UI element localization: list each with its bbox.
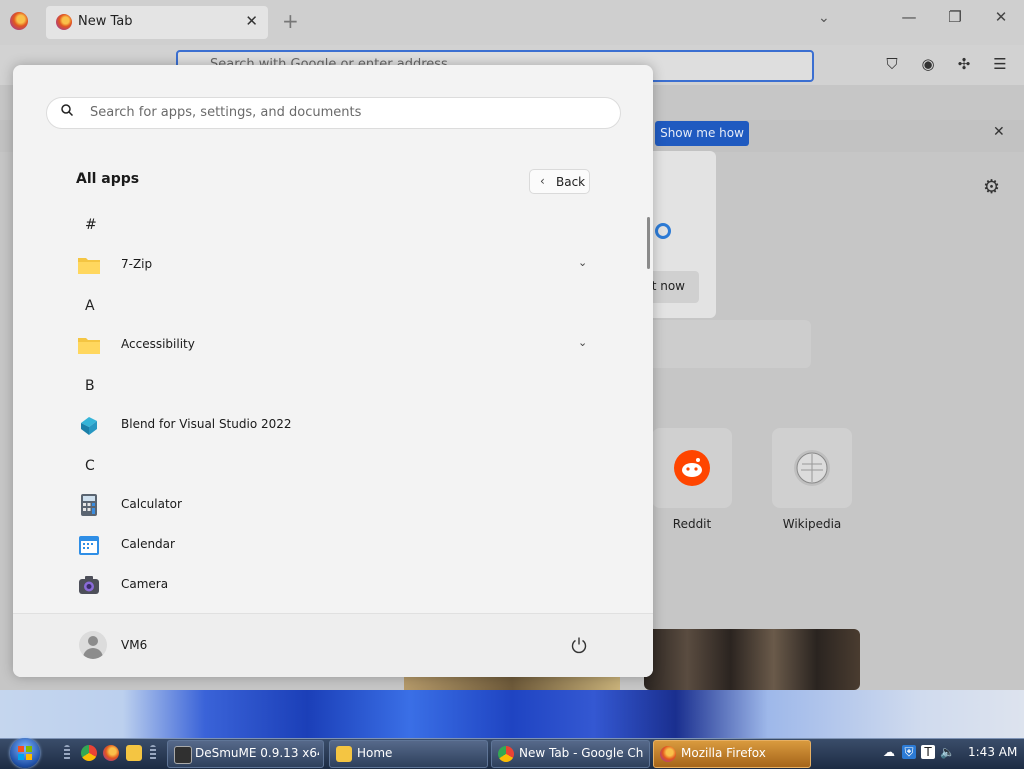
taskbar-item-label: Mozilla Firefox <box>681 746 766 760</box>
volume-icon[interactable]: 🔈 <box>940 745 955 759</box>
app-name: 7-Zip <box>121 257 153 271</box>
section-letter[interactable]: B <box>85 378 95 394</box>
app-menu-icon[interactable]: ☰ <box>989 55 1011 73</box>
back-button[interactable]: ‹ Back <box>529 169 590 194</box>
tab-title: New Tab <box>78 14 133 29</box>
section-letter[interactable]: C <box>85 458 95 474</box>
folder-icon <box>78 258 100 274</box>
clock[interactable]: 1:43 AM <box>968 745 1017 759</box>
blend-icon <box>81 417 97 435</box>
chevron-down-icon[interactable]: ⌄ <box>578 336 587 349</box>
app-name: Camera <box>121 577 169 591</box>
chevron-down-icon[interactable]: ⌄ <box>578 256 587 269</box>
taskbar-item-label: New Tab - Google Ch... <box>519 746 643 760</box>
firefox-icon[interactable] <box>103 745 119 761</box>
taskbar-item-chrome[interactable]: New Tab - Google Ch... <box>491 740 650 768</box>
taskbar-gripper[interactable] <box>64 745 70 761</box>
notification-close-icon[interactable]: ✕ <box>993 124 1005 140</box>
app-item-calendar[interactable]: Calendar <box>73 527 595 563</box>
extensions-icon[interactable]: ✣ <box>953 55 975 73</box>
window-close-icon[interactable]: ✕ <box>986 8 1016 26</box>
chrome-icon <box>498 746 514 762</box>
start-search-placeholder: Search for apps, settings, and documents <box>90 105 362 120</box>
onedrive-icon[interactable]: ☁ <box>882 745 896 759</box>
start-footer <box>13 613 653 677</box>
account-icon[interactable]: ◉ <box>917 55 939 73</box>
app-name: Blend for Visual Studio 2022 <box>121 417 292 431</box>
new-tab-button[interactable]: + <box>282 9 299 33</box>
app-name: Calendar <box>121 537 175 551</box>
app-item-accessibility[interactable]: Accessibility ⌄ <box>73 327 595 363</box>
camera-icon <box>79 576 99 594</box>
user-icon-body <box>83 648 103 659</box>
taskbar-item-label: DeSmuME 0.9.13 x64... <box>195 746 319 760</box>
taskbar-gripper[interactable] <box>150 745 156 761</box>
show-me-how-button[interactable]: Show me how <box>655 121 749 146</box>
app-item-blend[interactable]: Blend for Visual Studio 2022 <box>73 407 595 443</box>
minimize-icon[interactable]: — <box>894 8 924 26</box>
popup-action-label: t now <box>651 279 685 293</box>
folder-icon <box>78 338 100 354</box>
app-name: Accessibility <box>121 337 195 351</box>
tab-close-icon[interactable]: ✕ <box>245 12 258 30</box>
calculator-icon <box>81 494 97 516</box>
taskbar-item-firefox[interactable]: Mozilla Firefox <box>653 740 811 768</box>
background-photo-2 <box>404 675 620 690</box>
app-name: Calculator <box>121 497 182 511</box>
app-item-camera[interactable]: Camera <box>73 567 595 603</box>
all-apps-heading: All apps <box>76 171 140 187</box>
restore-icon[interactable]: ❐ <box>940 8 970 26</box>
desktop-wallpaper <box>0 690 1024 738</box>
gear-icon[interactable]: ⚙ <box>983 176 1000 198</box>
browser-tab[interactable]: New Tab ✕ <box>46 6 268 39</box>
start-button[interactable] <box>10 738 40 768</box>
start-menu: Search for apps, settings, and documents… <box>13 65 653 677</box>
wikipedia-icon <box>794 450 830 486</box>
firefox-tab-icon <box>56 14 72 30</box>
avatar[interactable] <box>79 631 107 659</box>
power-icon[interactable] <box>570 636 588 654</box>
section-letter[interactable]: # <box>85 217 97 233</box>
user-name[interactable]: VM6 <box>121 638 147 652</box>
search-icon <box>61 104 73 116</box>
shortcut-tile-reddit[interactable] <box>652 428 732 508</box>
taskbar-item-label: Home <box>357 746 393 760</box>
pocket-icon[interactable]: ⛉ <box>881 55 903 73</box>
shortcut-label-reddit: Reddit <box>672 517 712 531</box>
start-search-input[interactable]: Search for apps, settings, and documents <box>46 97 621 129</box>
firefox-menu-icon[interactable] <box>10 12 28 30</box>
defender-icon[interactable]: ⛨ <box>902 745 916 759</box>
desmume-icon <box>174 746 192 764</box>
background-photo <box>644 629 860 690</box>
chevron-left-icon: ‹ <box>540 174 545 188</box>
section-letter[interactable]: A <box>85 298 95 314</box>
firefox-icon <box>660 746 676 762</box>
taskbar-item-home[interactable]: Home <box>329 740 488 768</box>
windows-logo-icon <box>18 746 32 760</box>
shortcut-label-wikipedia: Wikipedia <box>782 517 842 531</box>
back-label: Back <box>556 175 586 189</box>
taskbar-item-desmume[interactable]: DeSmuME 0.9.13 x64... <box>167 740 324 768</box>
app-item-7zip[interactable]: 7-Zip ⌄ <box>73 247 595 283</box>
user-icon-head <box>88 636 98 646</box>
app-item-calculator[interactable]: Calculator <box>73 487 595 523</box>
calendar-icon <box>79 536 99 555</box>
popup-ring-icon <box>655 223 671 239</box>
shortcut-tile-wikipedia[interactable] <box>772 428 852 508</box>
file-explorer-icon[interactable] <box>126 745 142 761</box>
t-app-icon[interactable]: T <box>921 745 935 759</box>
reddit-icon <box>674 450 710 486</box>
folder-icon <box>336 746 352 762</box>
list-tabs-icon[interactable]: ⌄ <box>818 10 830 26</box>
scrollbar[interactable] <box>647 217 650 269</box>
chrome-icon[interactable] <box>81 745 97 761</box>
